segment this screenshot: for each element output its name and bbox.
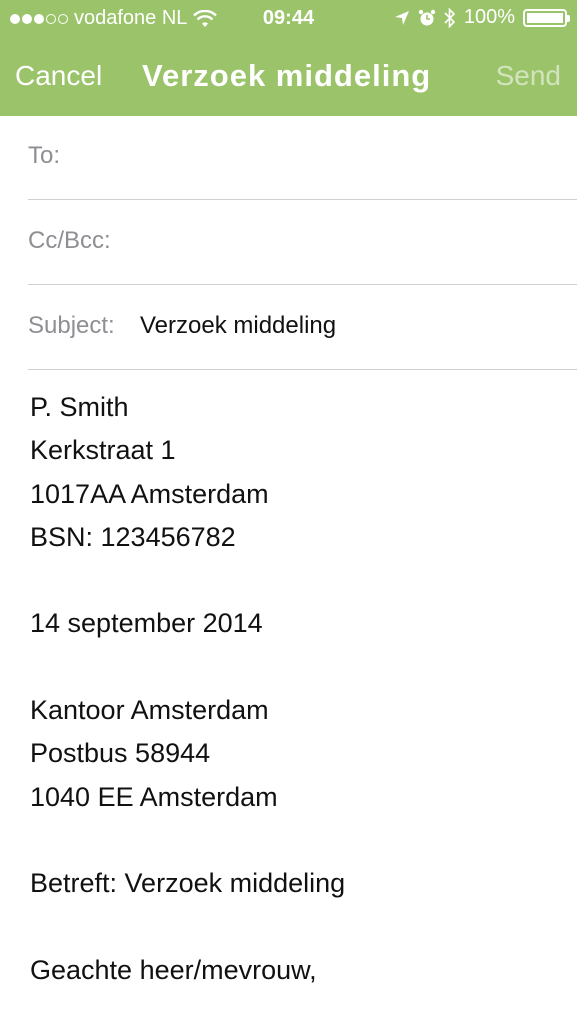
battery-percentage: 100% — [463, 6, 515, 28]
message-body[interactable]: P. Smith Kerkstraat 1 1017AA Amsterdam BSN:… — [30, 386, 560, 992]
body-blank-line — [30, 559, 560, 602]
body-line: P. Smith — [30, 392, 129, 422]
body-line: 14 september 2014 — [30, 608, 263, 639]
body-line: Kantoor Amsterdam — [30, 695, 269, 726]
body-line: BSN: 123456782 — [30, 521, 236, 552]
status-right: 100% — [394, 6, 570, 29]
bluetooth-icon — [444, 7, 455, 28]
subject-label: Subject: — [28, 312, 115, 339]
body-line: Postbus 58944 — [30, 738, 211, 769]
cancel-button[interactable]: Cancel — [15, 60, 102, 92]
location-arrow-icon — [394, 10, 409, 25]
status-bar: vodafone NL 09:44 100% — [0, 0, 577, 38]
send-button[interactable]: Send — [496, 60, 561, 92]
body-line: Geachte heer/mevrouw, — [30, 954, 317, 985]
body-line: 1017AA Amsterdam — [30, 478, 269, 509]
subject-value[interactable]: Verzoek middeling — [140, 312, 336, 340]
body-line: Kerkstraat 1 — [30, 435, 176, 466]
cc-bcc-label: Cc/Bcc: — [28, 227, 111, 254]
battery-icon — [523, 8, 570, 27]
cc-bcc-field[interactable]: Cc/Bcc: — [28, 201, 577, 285]
body-blank-line — [30, 646, 560, 689]
header: vodafone NL 09:44 100% Cancel Verzoek mi… — [0, 0, 577, 116]
to-label: To: — [28, 142, 61, 169]
body-blank-line — [30, 819, 560, 862]
navigation-bar: Cancel Verzoek middeling Send — [0, 38, 577, 116]
page-title: Verzoek middeling — [142, 58, 432, 93]
body-blank-line — [30, 906, 560, 949]
to-field[interactable]: To: — [28, 116, 577, 200]
alarm-clock-icon — [418, 9, 436, 25]
body-line: Betreft: Verzoek middeling — [30, 868, 346, 899]
body-line: 1040 EE Amsterdam — [30, 781, 278, 812]
subject-field[interactable]: Subject: Verzoek middeling — [28, 286, 577, 370]
